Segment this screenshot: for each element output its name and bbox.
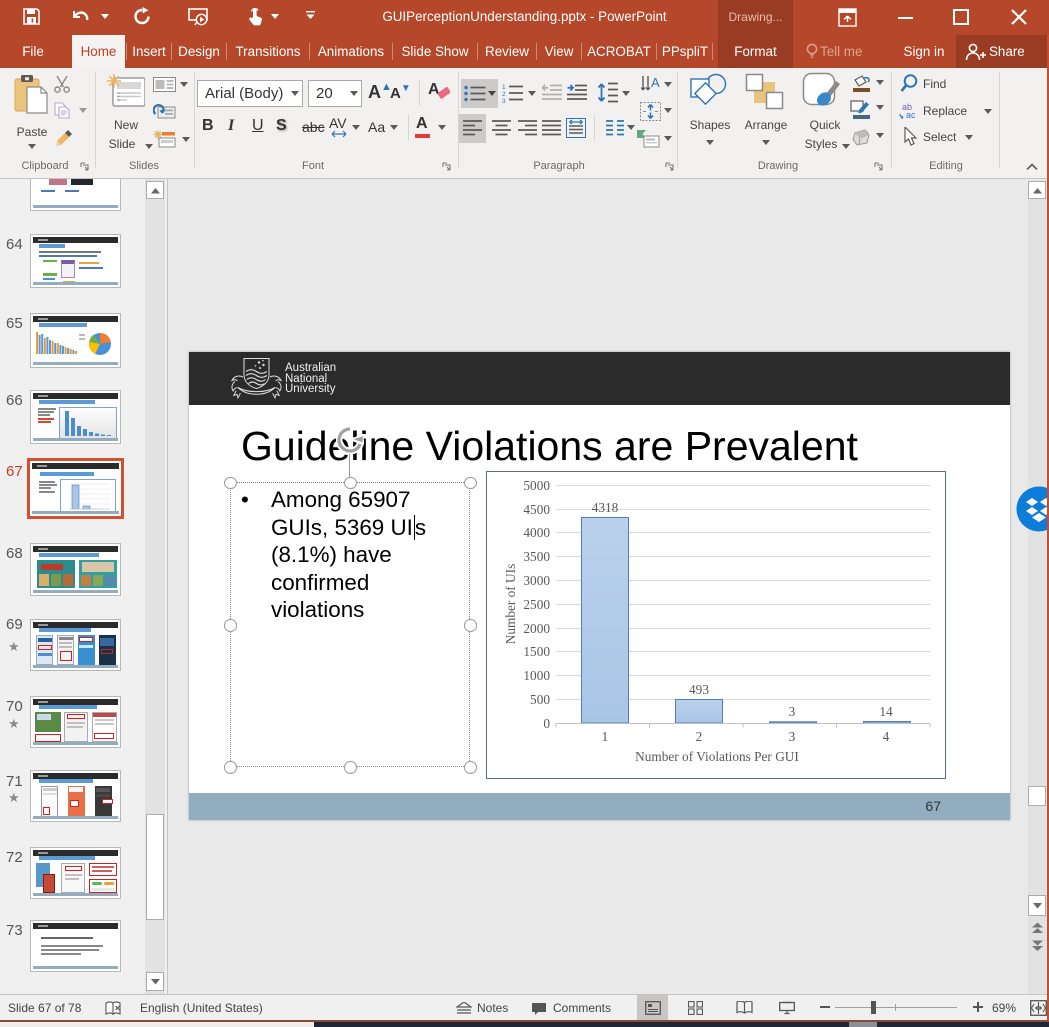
svg-text:4000: 4000 (523, 525, 550, 540)
svg-text:2500: 2500 (523, 597, 550, 612)
svg-text:Number of Violations Per GUI: Number of Violations Per GUI (635, 749, 799, 764)
svg-text:4500: 4500 (523, 502, 550, 517)
svg-text:5000: 5000 (523, 478, 550, 493)
svg-text:1000: 1000 (523, 668, 550, 683)
svg-text:ac: ac (906, 110, 916, 119)
svg-text:4318: 4318 (592, 500, 619, 515)
svg-text:14: 14 (879, 704, 893, 719)
svg-text:3000: 3000 (523, 573, 550, 588)
svg-text:3: 3 (789, 729, 796, 744)
svg-text:0: 0 (543, 716, 550, 731)
svg-text:2: 2 (502, 91, 506, 98)
svg-text:1500: 1500 (523, 644, 550, 659)
svg-text:2: 2 (696, 729, 703, 744)
svg-text:1: 1 (602, 729, 609, 744)
svg-text:Number of UIs: Number of UIs (503, 564, 518, 645)
svg-text:3: 3 (502, 98, 506, 103)
svg-text:3500: 3500 (523, 549, 550, 564)
svg-text:2000: 2000 (523, 621, 550, 636)
svg-text:1: 1 (502, 84, 506, 91)
svg-text:493: 493 (689, 682, 709, 697)
svg-text:A: A (651, 76, 660, 90)
svg-text:3: 3 (789, 704, 796, 719)
svg-text:4: 4 (883, 729, 890, 744)
svg-text:500: 500 (530, 692, 550, 707)
